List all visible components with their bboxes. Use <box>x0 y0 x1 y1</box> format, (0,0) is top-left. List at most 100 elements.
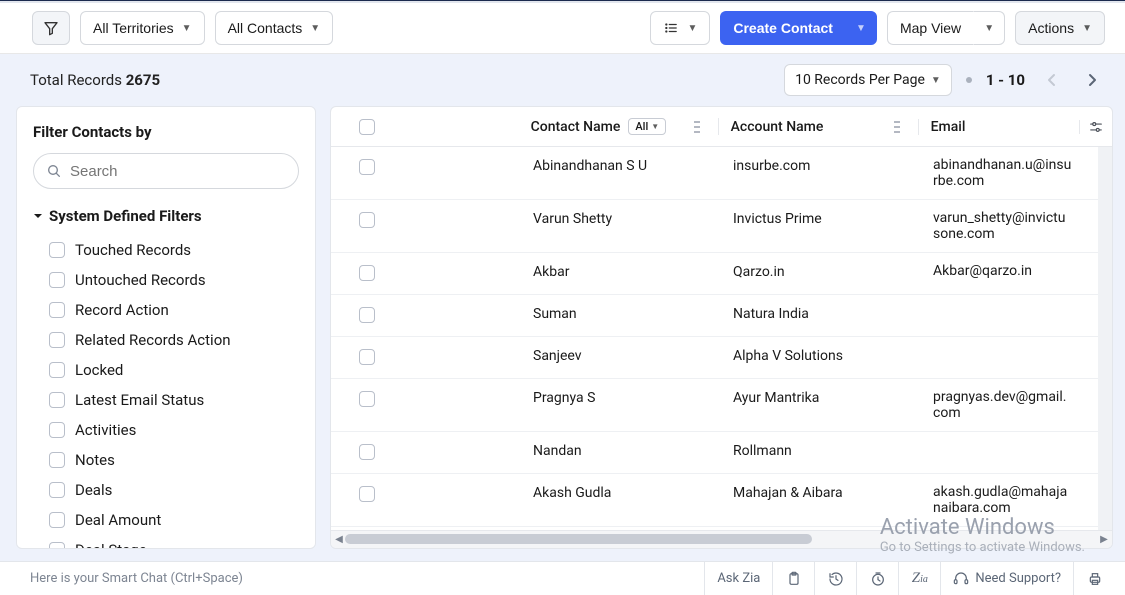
th-account-name[interactable]: Account Name <box>719 119 919 135</box>
territories-label: All Territories <box>93 20 174 36</box>
table-row[interactable]: NandanRollmann <box>331 432 1112 474</box>
map-view-caret[interactable]: ▼ <box>973 11 1005 45</box>
drag-handle-icon[interactable] <box>892 120 906 134</box>
filter-item[interactable]: Untouched Records <box>33 265 299 295</box>
clipboard-button[interactable] <box>772 562 814 595</box>
create-contact-button[interactable]: Create Contact <box>720 11 845 45</box>
next-page-button[interactable] <box>1079 67 1105 93</box>
drag-handle-icon[interactable] <box>692 120 706 134</box>
list-layout-dropdown[interactable]: ▼ <box>650 11 710 45</box>
records-per-page-dropdown[interactable]: 10 Records Per Page ▼ <box>784 64 952 96</box>
create-contact-caret[interactable]: ▼ <box>845 11 877 45</box>
filter-item[interactable]: Deal Stage <box>33 535 299 549</box>
row-checkbox[interactable] <box>359 307 375 323</box>
checkbox[interactable] <box>49 362 65 378</box>
page-range: 1 - 10 <box>986 71 1025 89</box>
cell-account-name: Alpha V Solutions <box>721 347 921 364</box>
table-row[interactable]: Akash GudlaMahajan & Aibaraakash.gudla@m… <box>331 474 1112 527</box>
checkbox[interactable] <box>49 242 65 258</box>
row-checkbox[interactable] <box>359 349 375 365</box>
chevron-down-icon: ▼ <box>182 23 192 34</box>
row-checkbox[interactable] <box>359 212 375 228</box>
th-email[interactable]: Email <box>919 119 1079 135</box>
filter-item-label: Untouched Records <box>75 271 206 289</box>
zia-icon: Zia <box>912 570 928 587</box>
table-row[interactable]: SumanNatura India <box>331 295 1112 337</box>
prev-page-button[interactable] <box>1039 67 1065 93</box>
column-settings-button[interactable] <box>1079 120 1112 134</box>
filter-search-input[interactable] <box>70 163 286 180</box>
chevron-down-icon: ▼ <box>651 122 659 131</box>
filter-item[interactable]: Deal Amount <box>33 505 299 535</box>
clock-button[interactable] <box>856 562 898 595</box>
filter-section-label: System Defined Filters <box>49 207 202 225</box>
checkbox[interactable] <box>49 512 65 528</box>
territories-dropdown[interactable]: All Territories ▼ <box>80 11 205 45</box>
contacts-view-label: All Contacts <box>228 20 303 36</box>
smart-chat-hint[interactable]: Here is your Smart Chat (Ctrl+Space) <box>30 571 704 586</box>
pager: 10 Records Per Page ▼ 1 - 10 <box>784 64 1105 96</box>
records-per-page-label: 10 Records Per Page <box>795 72 925 88</box>
pager-dot <box>966 77 972 83</box>
filter-item[interactable]: Touched Records <box>33 235 299 265</box>
hscroll-thumb[interactable] <box>345 534 812 544</box>
need-support-button[interactable]: Need Support? <box>940 562 1073 595</box>
filter-item-label: Latest Email Status <box>75 391 204 409</box>
cell-account-name: Rollmann <box>721 442 921 459</box>
checkbox[interactable] <box>49 542 65 549</box>
cell-contact-name: Varun Shetty <box>521 210 721 227</box>
print-button[interactable] <box>1073 562 1115 595</box>
table-row[interactable]: AkbarQarzo.inAkbar@qarzo.in <box>331 253 1112 295</box>
zia-button[interactable]: Zia <box>898 562 940 595</box>
cell-account-name: Mahajan & Aibara <box>721 484 921 501</box>
hscroll-right-icon[interactable]: ▶ <box>1096 531 1112 548</box>
row-checkbox[interactable] <box>359 265 375 281</box>
filter-section-system[interactable]: System Defined Filters <box>33 207 299 225</box>
filter-item[interactable]: Related Records Action <box>33 325 299 355</box>
history-button[interactable] <box>814 562 856 595</box>
ask-zia-button[interactable]: Ask Zia <box>704 562 772 595</box>
checkbox[interactable] <box>49 452 65 468</box>
filter-item[interactable]: Locked <box>33 355 299 385</box>
checkbox[interactable] <box>49 332 65 348</box>
all-pill-label: All <box>635 120 648 133</box>
map-view-button[interactable]: Map View <box>887 11 973 45</box>
row-checkbox[interactable] <box>359 159 375 175</box>
actions-label: Actions <box>1028 20 1074 36</box>
table-row[interactable]: Pragnya SAyur Mantrikapragnyas.dev@gmail… <box>331 379 1112 432</box>
filter-item[interactable]: Notes <box>33 445 299 475</box>
checkbox[interactable] <box>49 422 65 438</box>
contacts-view-dropdown[interactable]: All Contacts ▼ <box>215 11 334 45</box>
row-checkbox[interactable] <box>359 444 375 460</box>
filter-item[interactable]: Record Action <box>33 295 299 325</box>
contact-name-all-filter[interactable]: All ▼ <box>628 118 666 135</box>
select-all-checkbox[interactable] <box>359 119 375 135</box>
checkbox[interactable] <box>49 392 65 408</box>
history-icon <box>828 571 844 587</box>
th-contact-name[interactable]: Contact Name All ▼ <box>519 118 719 135</box>
vertical-scrollbar[interactable] <box>1098 147 1112 530</box>
filter-item-label: Deal Stage <box>75 541 147 549</box>
checkbox[interactable] <box>49 482 65 498</box>
table-body[interactable]: Abinandhanan S Uinsurbe.comabinandhanan.… <box>331 147 1112 530</box>
sliders-icon <box>1088 120 1104 134</box>
filter-item-label: Related Records Action <box>75 331 231 349</box>
row-checkbox[interactable] <box>359 391 375 407</box>
create-contact-label: Create Contact <box>733 20 833 36</box>
filter-funnel-button[interactable] <box>32 11 70 45</box>
row-checkbox[interactable] <box>359 486 375 502</box>
filter-list: Touched Records Untouched Records Record A… <box>33 235 299 549</box>
filter-item[interactable]: Activities <box>33 415 299 445</box>
checkbox[interactable] <box>49 272 65 288</box>
table-row[interactable]: Varun ShettyInvictus Primevarun_shetty@i… <box>331 200 1112 253</box>
actions-dropdown[interactable]: Actions ▼ <box>1015 11 1105 45</box>
horizontal-scrollbar[interactable]: ◀ ▶ <box>331 530 1112 548</box>
filter-item[interactable]: Deals <box>33 475 299 505</box>
table-row[interactable]: SanjeevAlpha V Solutions <box>331 337 1112 379</box>
filter-item[interactable]: Latest Email Status <box>33 385 299 415</box>
filter-item-label: Record Action <box>75 301 169 319</box>
table-row[interactable]: Abinandhanan S Uinsurbe.comabinandhanan.… <box>331 147 1112 200</box>
clock-icon <box>870 571 886 587</box>
filter-search[interactable] <box>33 153 299 189</box>
checkbox[interactable] <box>49 302 65 318</box>
